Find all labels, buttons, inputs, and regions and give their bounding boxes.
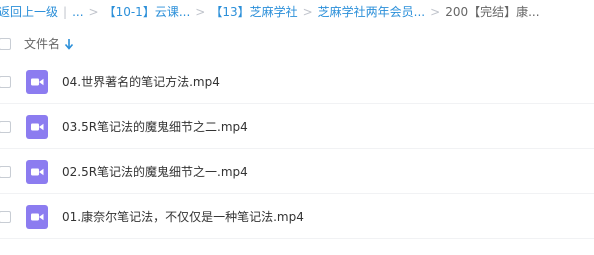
breadcrumb-separator: > (88, 5, 99, 19)
breadcrumb-separator: > (195, 5, 206, 19)
breadcrumb: 返回上一级 |... > 【10-1】云课... > 【13】芝麻学社 > 芝麻学社两年会员.… (0, 0, 540, 24)
breadcrumb-separator: > (302, 5, 313, 19)
file-name[interactable]: 03.5R笔记法的魔鬼细节之二.mp4 (62, 118, 248, 136)
breadcrumb-item-2[interactable]: 【13】芝麻学社 (210, 0, 297, 24)
breadcrumb-item-1[interactable]: 【10-1】云课... (104, 0, 191, 24)
breadcrumb-separator: | (63, 5, 68, 19)
file-name[interactable]: 04.世界著名的笔记方法.mp4 (62, 73, 220, 91)
file-row[interactable]: 02.5R笔记法的魔鬼细节之一.mp4 (0, 150, 594, 194)
file-checkbox[interactable] (0, 76, 11, 88)
breadcrumb-back-link[interactable]: 返回上一级 (0, 0, 58, 24)
breadcrumb-ellipsis[interactable]: ... (72, 0, 83, 24)
video-file-icon (26, 70, 48, 94)
breadcrumb-item-3[interactable]: 芝麻学社两年会员... (318, 0, 425, 24)
file-row[interactable]: 03.5R笔记法的魔鬼细节之二.mp4 (0, 105, 594, 149)
file-row[interactable]: 01.康奈尔笔记法，不仅仅是一种笔记法.mp4 (0, 195, 594, 239)
file-checkbox[interactable] (0, 166, 11, 178)
video-file-icon (26, 115, 48, 139)
file-checkbox[interactable] (0, 211, 11, 223)
breadcrumb-separator: > (430, 5, 441, 19)
file-list-header: 文件名 (0, 30, 594, 58)
file-row[interactable]: 04.世界著名的笔记方法.mp4 (0, 60, 594, 104)
breadcrumb-current: 200【完结】康... (445, 5, 540, 19)
column-header-filename[interactable]: 文件名 (24, 35, 60, 53)
video-file-icon (26, 160, 48, 184)
file-name[interactable]: 01.康奈尔笔记法，不仅仅是一种笔记法.mp4 (62, 208, 304, 226)
arrow-down-icon[interactable] (64, 38, 74, 50)
video-file-icon (26, 205, 48, 229)
select-all-checkbox[interactable] (0, 38, 11, 50)
file-name[interactable]: 02.5R笔记法的魔鬼细节之一.mp4 (62, 163, 248, 181)
file-checkbox[interactable] (0, 121, 11, 133)
